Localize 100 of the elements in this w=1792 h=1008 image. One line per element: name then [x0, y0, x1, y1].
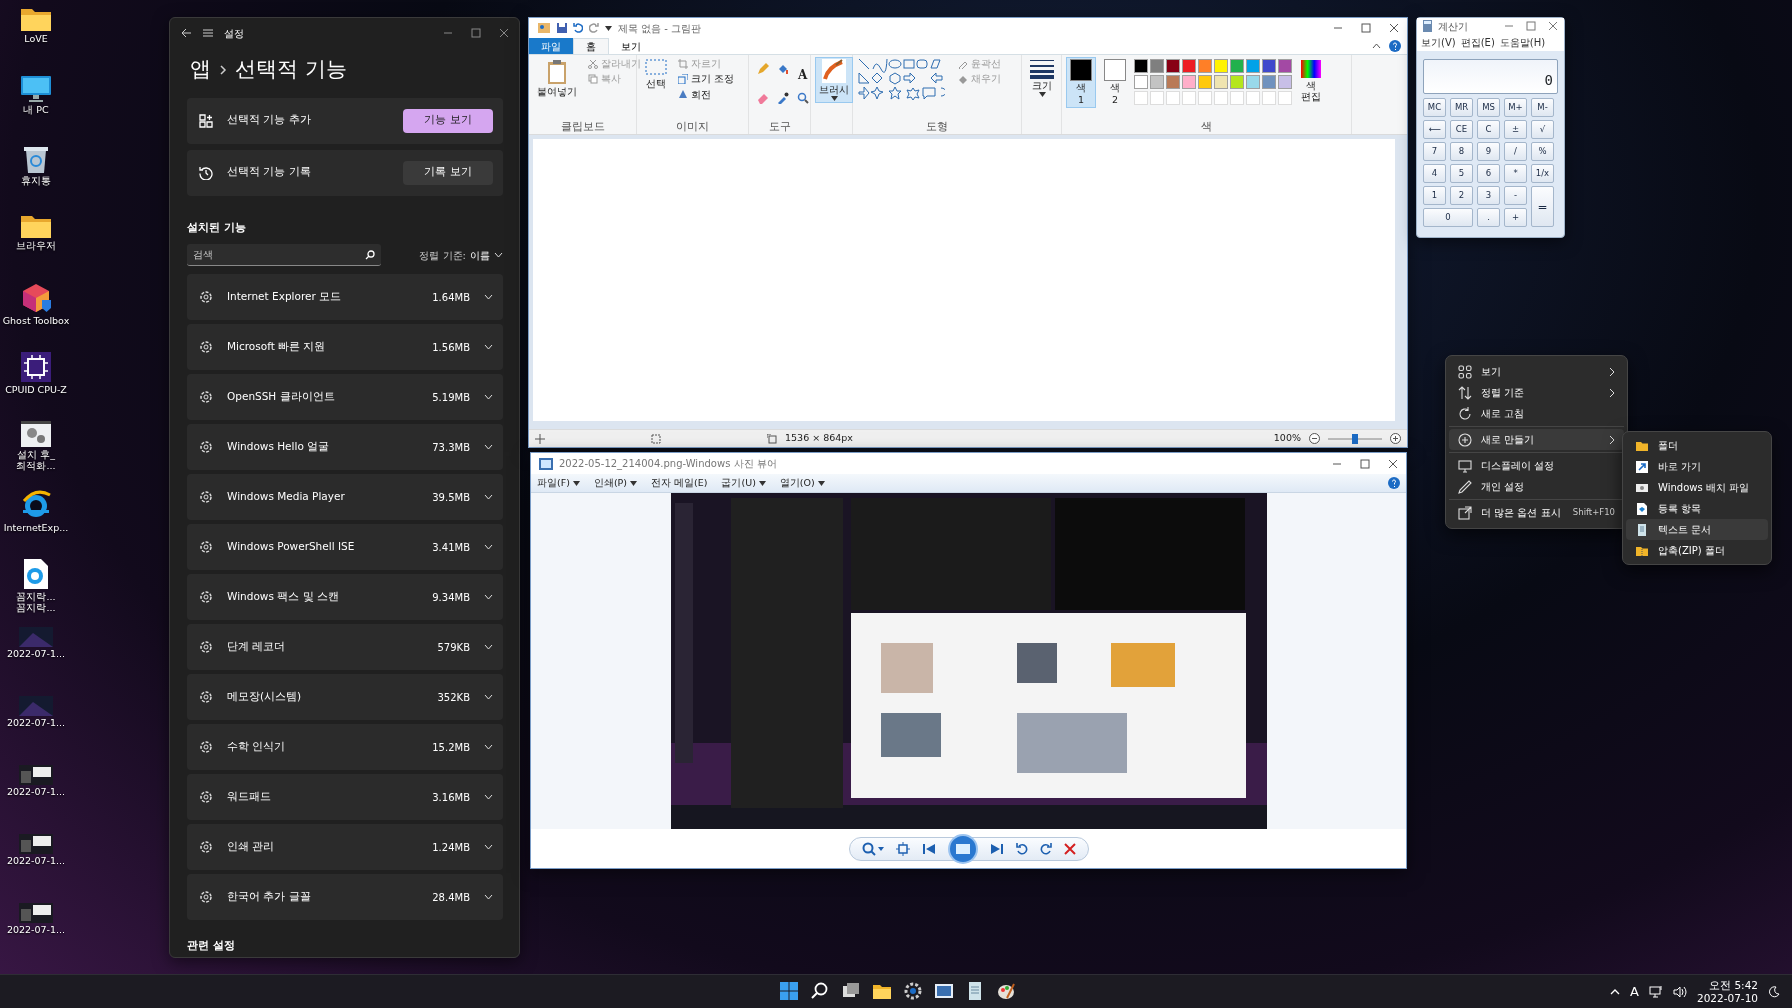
feature-row[interactable]: 메모장(시스템) 352KB	[187, 674, 503, 720]
monitor-icon[interactable]	[20, 75, 52, 103]
feature-row[interactable]: Microsoft 빠른 지원 1.56MB	[187, 324, 503, 370]
previous-icon[interactable]	[921, 842, 936, 855]
chevron-down-icon[interactable]	[484, 744, 493, 750]
fill-bucket-icon[interactable]	[777, 63, 789, 75]
redo-icon[interactable]	[589, 23, 599, 33]
trash-bin-icon[interactable]	[23, 144, 49, 174]
color-swatch[interactable]	[1198, 59, 1212, 73]
calculator-key[interactable]: -	[1504, 186, 1527, 205]
gears-icon[interactable]	[20, 420, 52, 448]
maximize-icon[interactable]	[1360, 458, 1370, 469]
calculator-key[interactable]: 2	[1450, 186, 1473, 205]
calculator-key[interactable]: MS	[1477, 98, 1500, 117]
undo-icon[interactable]	[573, 23, 583, 33]
color-swatch[interactable]	[1134, 59, 1148, 73]
menu-button[interactable]: 도움말(H)	[1499, 35, 1546, 50]
calculator-key[interactable]: %	[1531, 142, 1554, 161]
color-swatch[interactable]	[1182, 75, 1196, 89]
feature-row[interactable]: 워드패드 3.16MB	[187, 774, 503, 820]
color-swatch[interactable]	[1230, 59, 1244, 73]
rotate-left-icon[interactable]	[1015, 842, 1028, 855]
close-icon[interactable]	[1388, 458, 1398, 469]
color-swatch[interactable]	[1262, 59, 1276, 73]
collapse-icon[interactable]	[1372, 43, 1381, 49]
calculator-key[interactable]: C	[1477, 120, 1500, 139]
calculator-key[interactable]: +	[1504, 208, 1527, 227]
menu-item[interactable]: 텍스트 문서	[1626, 519, 1768, 540]
ribbon-button[interactable]: 크기 조정	[675, 72, 738, 86]
delete-icon[interactable]	[1063, 842, 1076, 855]
color-swatch[interactable]	[1278, 75, 1292, 89]
calculator-key[interactable]: =	[1531, 186, 1554, 227]
menu-button[interactable]: 전자 메일(E)	[651, 475, 708, 491]
action-button[interactable]: 기능 보기	[403, 108, 493, 133]
chevron-down-icon[interactable]	[484, 594, 493, 600]
actual-size-icon[interactable]	[895, 841, 910, 856]
maximize-icon[interactable]	[1361, 23, 1371, 33]
ribbon-tab[interactable]: 홈	[573, 38, 609, 54]
ribbon-tab[interactable]: 파일	[529, 38, 573, 54]
chevron-down-icon[interactable]	[484, 444, 493, 450]
calculator-key[interactable]: M-	[1531, 98, 1554, 117]
calculator-key[interactable]: 3	[1477, 186, 1500, 205]
next-icon[interactable]	[989, 842, 1004, 855]
color-swatch[interactable]	[1198, 75, 1212, 89]
feature-row[interactable]: 한국어 추가 글꼴 28.4MB	[187, 874, 503, 920]
calculator-key[interactable]: 0	[1423, 208, 1473, 227]
menu-item[interactable]: 압축(ZIP) 폴더	[1626, 540, 1768, 561]
chevron-down-icon[interactable]	[484, 694, 493, 700]
menu-button[interactable]: 인쇄(P)	[593, 475, 638, 491]
ribbon-tab[interactable]: 보기	[609, 38, 653, 54]
calculator-key[interactable]: √	[1531, 120, 1554, 139]
sort-value[interactable]: 이름	[470, 247, 490, 263]
color-swatch[interactable]	[1166, 75, 1180, 89]
folder-icon[interactable]	[20, 6, 52, 32]
feature-row[interactable]: Windows PowerShell ISE 3.41MB	[187, 524, 503, 570]
menu-item[interactable]: 개인 설정	[1449, 476, 1624, 497]
calculator-key[interactable]: *	[1504, 164, 1527, 183]
text-tool-button[interactable]: A	[797, 63, 811, 86]
color-swatch[interactable]	[1134, 75, 1148, 89]
slideshow-icon[interactable]	[947, 833, 978, 864]
menu-item[interactable]: 보기	[1449, 361, 1624, 382]
calculator-key[interactable]: M+	[1504, 98, 1527, 117]
zoom-icon[interactable]	[861, 841, 884, 856]
menu-item[interactable]: 바로 가기	[1626, 456, 1768, 477]
zoom-in-icon[interactable]	[1390, 433, 1401, 444]
gear-icon[interactable]	[902, 980, 924, 1002]
moon-icon[interactable]	[1768, 985, 1780, 998]
chip-icon[interactable]	[20, 351, 52, 383]
ribbon-button[interactable]: 선택	[641, 57, 671, 92]
image-thumbnail-icon[interactable]	[19, 627, 53, 647]
color-swatch[interactable]	[1150, 75, 1164, 89]
color-swatch[interactable]	[1230, 75, 1244, 89]
back-icon[interactable]	[180, 28, 192, 38]
ribbon-button[interactable]: 색 편집	[1296, 57, 1326, 105]
menu-item[interactable]: 새로 고침	[1449, 403, 1624, 424]
color-swatch[interactable]	[1262, 75, 1276, 89]
feature-row[interactable]: OpenSSH 클라이언트 5.19MB	[187, 374, 503, 420]
start-icon[interactable]	[778, 980, 800, 1002]
menu-icon[interactable]	[202, 28, 214, 38]
menu-item[interactable]: 디스플레이 설정	[1449, 455, 1624, 476]
menu-button[interactable]: 굽기(U)	[721, 475, 766, 491]
ribbon-button[interactable]: 회전	[675, 87, 738, 102]
feature-row[interactable]: Windows Media Player 39.5MB	[187, 474, 503, 520]
calculator-key[interactable]: 1	[1423, 186, 1446, 205]
menu-button[interactable]: 열기(O)	[779, 475, 825, 491]
calculator-key[interactable]: 4	[1423, 164, 1446, 183]
ribbon-button[interactable]: 붙여넣기	[533, 57, 581, 100]
shapes-gallery-drawing[interactable]	[857, 57, 945, 101]
chevron-down-icon[interactable]	[484, 544, 493, 550]
calculator-key[interactable]: MC	[1423, 98, 1446, 117]
menu-item[interactable]: 더 많은 옵션 표시 Shift+F10	[1449, 502, 1624, 523]
image-thumbnail-icon[interactable]	[19, 696, 53, 716]
clock[interactable]: 오전 5:42 2022-07-10	[1696, 978, 1758, 1005]
document-icon[interactable]	[22, 558, 50, 590]
chevron-up-icon[interactable]	[1610, 988, 1621, 995]
maximize-icon[interactable]	[1526, 21, 1536, 31]
chevron-down-icon[interactable]	[494, 252, 503, 258]
menu-item[interactable]: 등록 항목	[1626, 498, 1768, 519]
close-icon[interactable]	[499, 28, 509, 38]
magnifier-icon[interactable]	[797, 92, 809, 104]
